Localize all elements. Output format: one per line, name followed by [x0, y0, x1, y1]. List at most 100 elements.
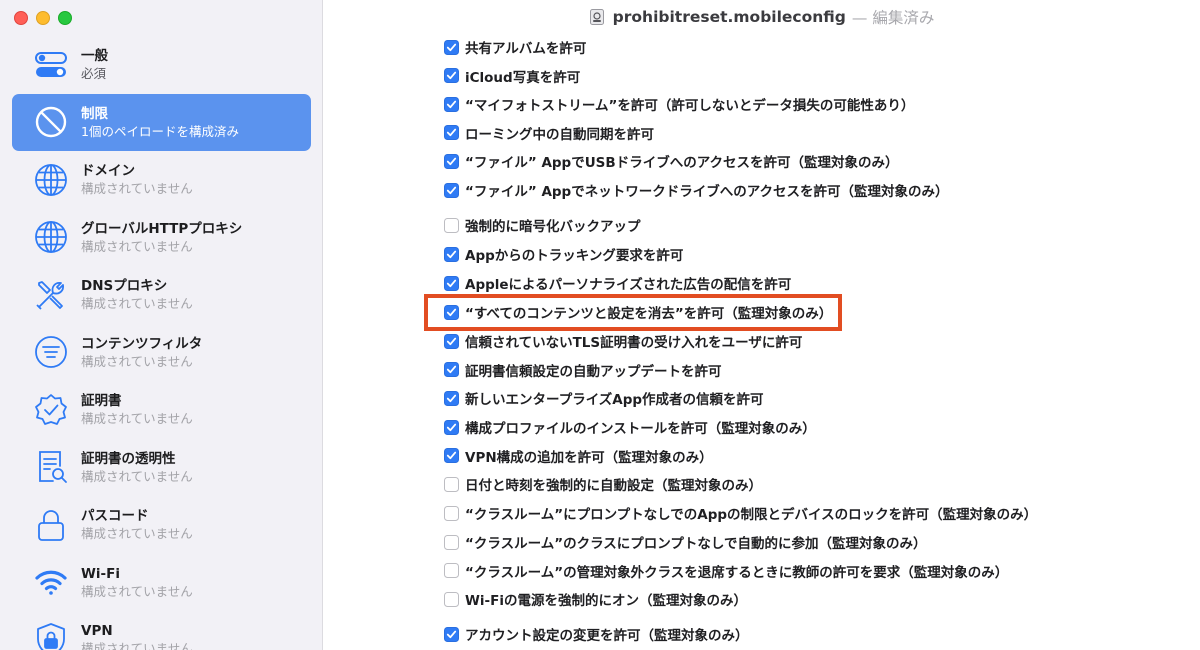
option-row[interactable]: 証明書信頼設定の自動アップデートを許可	[444, 359, 722, 381]
option-label: 新しいエンタープライズApp作成者の信頼を許可	[465, 392, 764, 408]
sidebar-item-subtitle: 構成されていません	[81, 353, 193, 369]
option-row[interactable]: 共有アルバムを許可	[444, 36, 586, 58]
globe-icon	[32, 161, 70, 199]
option-label: 構成プロファイルのインストールを許可（監理対象のみ）	[465, 421, 816, 437]
option-label: “クラスルーム”にプロンプトなしでのAppの制限とデバイスのロックを許可（監理対…	[465, 507, 1038, 523]
option-label: 信頼されていないTLS証明書の受け入れをユーザに許可	[465, 335, 803, 351]
sidebar: 一般 必須 制限 1個のペイロードを構成済み ドメイン 構成されていません グロ…	[0, 0, 323, 650]
sidebar-item-restrictions[interactable]: 制限 1個のペイロードを構成済み	[12, 93, 311, 151]
checkbox[interactable]	[444, 217, 459, 233]
option-row[interactable]: 新しいエンタープライズApp作成者の信頼を許可	[444, 387, 764, 409]
checkbox[interactable]	[444, 419, 459, 435]
option-row[interactable]: 信頼されていないTLS証明書の受け入れをユーザに許可	[444, 330, 802, 352]
checkbox[interactable]	[444, 626, 459, 642]
option-label: iCloud写真を許可	[465, 69, 581, 86]
checkbox[interactable]	[444, 125, 459, 140]
sidebar-item-title: DNSプロキシ	[81, 278, 168, 295]
globe-icon	[32, 218, 70, 256]
checkbox[interactable]	[444, 563, 459, 578]
option-row[interactable]: アカウント設定の変更を許可（監理対象のみ）	[444, 623, 749, 645]
toggle-switches-icon	[32, 46, 70, 84]
checkbox[interactable]	[444, 153, 459, 169]
option-row[interactable]: “クラスルーム”のクラスにプロンプトなしで自動的に参加（監理対象のみ）	[444, 531, 927, 553]
option-label: VPN構成の追加を許可（監理対象のみ）	[465, 449, 713, 466]
checkbox[interactable]	[444, 182, 459, 198]
option-row[interactable]: 構成プロファイルのインストールを許可（監理対象のみ）	[444, 416, 816, 438]
option-label: “クラスルーム”のクラスにプロンプトなしで自動的に参加（監理対象のみ）	[465, 536, 927, 552]
option-row[interactable]: VPN構成の追加を許可（監理対象のみ）	[444, 445, 713, 467]
option-label: 共有アルバムを許可	[465, 41, 587, 57]
checkbox[interactable]	[444, 333, 459, 349]
window-controls	[14, 11, 72, 25]
certificate-badge-icon	[32, 391, 70, 429]
sidebar-item-certificate-transparency[interactable]: 証明書の透明性 構成されていません	[12, 439, 311, 497]
option-row-erase-content[interactable]: “すべてのコンテンツと設定を消去”を許可（監理対象のみ）	[444, 301, 832, 323]
checkmark-icon	[446, 186, 457, 194]
option-row[interactable]: “クラスルーム”にプロンプトなしでのAppの制限とデバイスのロックを許可（監理対…	[444, 502, 1037, 524]
checkbox[interactable]	[444, 304, 459, 320]
sidebar-item-subtitle: 構成されていません	[81, 526, 193, 542]
document-magnifier-icon	[32, 448, 70, 486]
checkmark-icon	[446, 308, 457, 316]
option-label: 日付と時刻を強制的に自動設定（監理対象のみ）	[465, 478, 762, 494]
checkmark-icon	[446, 157, 457, 165]
sidebar-item-subtitle: 構成されていません	[81, 181, 193, 197]
checkbox[interactable]	[444, 96, 459, 112]
checkbox[interactable]	[444, 362, 459, 377]
checkbox[interactable]	[444, 534, 459, 550]
option-label: Wi-Fiの電源を強制的にオン（監理対象のみ）	[465, 593, 747, 609]
checkmark-icon	[446, 100, 457, 108]
sidebar-item-global-http-proxy[interactable]: グローバルHTTPプロキシ 構成されていません	[12, 209, 311, 267]
payload-list: 一般 必須 制限 1個のペイロードを構成済み ドメイン 構成されていません グロ…	[0, 36, 323, 650]
sidebar-item-wifi[interactable]: Wi-Fi 構成されていません	[12, 554, 311, 612]
sidebar-item-content-filter[interactable]: コンテンツフィルタ 構成されていません	[12, 324, 311, 382]
option-row[interactable]: “マイフォトストリーム”を許可（許可しないとデータ損失の可能性あり）	[444, 93, 914, 115]
option-row[interactable]: iCloud写真を許可	[444, 65, 580, 87]
checkbox[interactable]	[444, 448, 459, 463]
sidebar-item-subtitle: 構成されていません	[81, 583, 193, 599]
checkbox[interactable]	[444, 39, 459, 55]
sidebar-item-title: パスコード	[81, 508, 149, 525]
zoom-window-button[interactable]	[58, 11, 72, 25]
checkmark-icon	[446, 337, 457, 345]
checkmark-icon	[446, 128, 457, 137]
option-row[interactable]: Wi-Fiの電源を強制的にオン（監理対象のみ）	[444, 588, 747, 610]
sidebar-item-passcode[interactable]: パスコード 構成されていません	[12, 496, 311, 554]
option-row[interactable]: 強制的に暗号化バックアップ	[444, 214, 641, 236]
option-row[interactable]: 日付と時刻を強制的に自動設定（監理対象のみ）	[444, 473, 762, 495]
option-row[interactable]: ローミング中の自動同期を許可	[444, 122, 654, 144]
option-row[interactable]: Appからのトラッキング要求を許可	[444, 243, 683, 265]
checkbox[interactable]	[444, 68, 459, 83]
close-window-button[interactable]	[14, 11, 28, 25]
option-label: “すべてのコンテンツと設定を消去”を許可（監理対象のみ）	[465, 306, 833, 322]
sidebar-item-title: VPN	[81, 623, 113, 640]
sidebar-item-vpn[interactable]: VPN 構成されていません	[12, 611, 311, 650]
sidebar-item-certificates[interactable]: 証明書 構成されていません	[12, 381, 311, 439]
option-row[interactable]: “ファイル” AppでUSBドライブへのアクセスを許可（監理対象のみ）	[444, 150, 899, 172]
sidebar-item-general[interactable]: 一般 必須	[12, 36, 311, 94]
checkmark-icon	[446, 394, 457, 402]
option-label: 証明書信頼設定の自動アップデートを許可	[465, 363, 722, 380]
option-label: Appleによるパーソナライズされた広告の配信を許可	[465, 277, 792, 293]
checkbox[interactable]	[444, 275, 459, 291]
tools-icon	[32, 276, 70, 314]
checkbox[interactable]	[444, 246, 459, 262]
checkbox[interactable]	[444, 591, 459, 607]
sidebar-item-dns-proxy[interactable]: DNSプロキシ 構成されていません	[12, 266, 311, 324]
minimize-window-button[interactable]	[36, 11, 50, 25]
option-row[interactable]: Appleによるパーソナライズされた広告の配信を許可	[444, 272, 791, 294]
lock-icon	[32, 506, 70, 544]
checkmark-icon	[446, 365, 457, 374]
option-label: Appからのトラッキング要求を許可	[465, 248, 684, 264]
option-row[interactable]: “クラスルーム”の管理対象外クラスを退席するときに教師の許可を要求（監理対象のみ…	[444, 560, 1008, 582]
option-row[interactable]: “ファイル” Appでネットワークドライブへのアクセスを許可（監理対象のみ）	[444, 179, 949, 201]
app-window: 一般 必須 制限 1個のペイロードを構成済み ドメイン 構成されていません グロ…	[0, 0, 1200, 650]
vpn-lock-icon	[32, 621, 70, 650]
checkbox[interactable]	[444, 476, 459, 492]
checkmark-icon	[446, 423, 457, 431]
sidebar-item-domains[interactable]: ドメイン 構成されていません	[12, 151, 311, 209]
checkbox[interactable]	[444, 390, 459, 406]
prohibited-icon	[32, 103, 70, 141]
checkmark-icon	[446, 250, 457, 258]
checkbox[interactable]	[444, 505, 459, 521]
